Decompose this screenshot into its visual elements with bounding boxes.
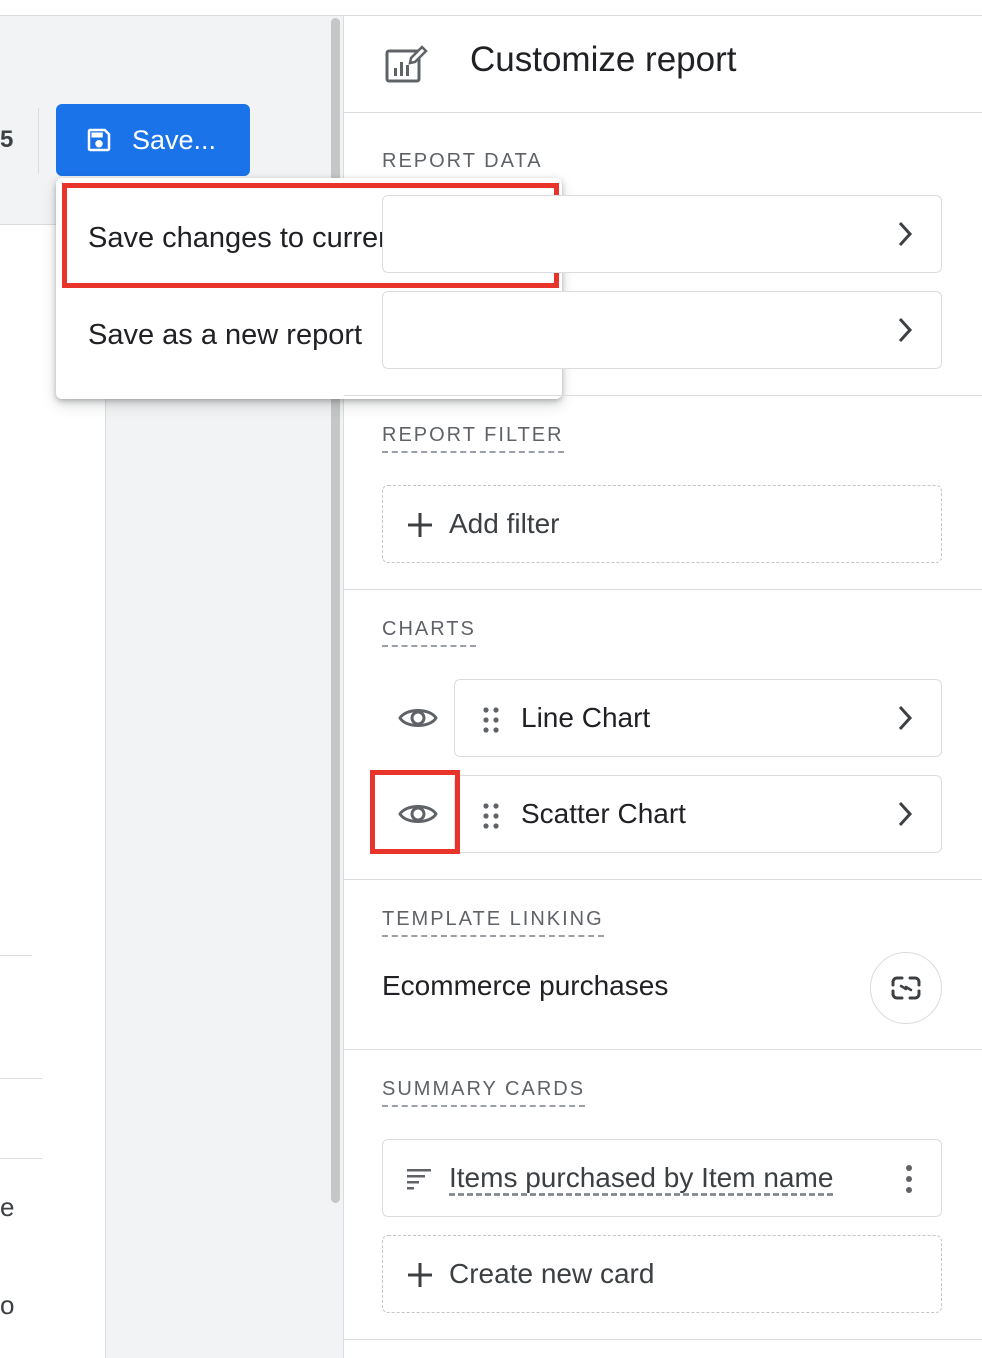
section-divider [344,112,982,113]
chevron-right-icon [898,801,913,827]
edit-chart-icon [384,44,428,89]
chevron-right-icon [898,221,913,247]
plus-icon [408,513,432,537]
section-label-report-filter: REPORT FILTER [382,424,564,453]
floppy-disk-icon [87,128,111,152]
highlight-box [370,770,460,854]
template-name: Ecommerce purchases [382,970,669,1001]
drag-handle-icon[interactable] [481,801,501,831]
add-filter-label: Add filter [449,508,560,539]
left-partial-text: e [0,1192,15,1222]
section-divider [344,879,982,880]
chevron-right-icon [898,705,913,731]
summary-card-label: Items purchased by Item name [449,1162,834,1193]
chevron-right-icon [898,317,913,343]
chart-item-line-chart[interactable]: Line Chart [454,679,942,757]
left-row-divider [0,1158,42,1159]
create-new-card-label: Create new card [449,1258,655,1289]
section-label-charts: CHARTS [382,618,476,647]
add-filter-button[interactable]: Add filter [382,485,942,563]
eye-icon[interactable] [398,703,438,733]
toolbar-partial-text: 5 [0,126,14,153]
create-new-card-button[interactable]: Create new card [382,1235,942,1313]
toolbar-separator [38,108,39,174]
more-vert-icon[interactable] [905,1164,913,1194]
unlink-template-button[interactable] [870,952,942,1024]
report-data-item[interactable] [382,291,942,369]
left-row-divider [0,955,32,956]
chart-item-label: Scatter Chart [521,798,686,829]
save-button-label: Save... [132,124,217,155]
chart-item-label: Line Chart [521,702,651,733]
plus-icon [408,1263,432,1287]
drag-handle-icon[interactable] [481,705,501,735]
summary-card-icon [407,1169,431,1190]
section-divider [344,589,982,590]
left-partial-text: o [0,1290,15,1320]
section-divider [344,1339,982,1340]
menu-item-label: Save as a new report [88,318,363,351]
section-label-summary-cards: SUMMARY CARDS [382,1078,586,1107]
report-data-item[interactable] [382,195,942,273]
left-row-divider [0,1078,42,1079]
unlink-icon [891,976,921,1000]
chart-item-scatter-chart[interactable]: Scatter Chart [454,775,942,853]
summary-card-item[interactable]: Items purchased by Item name [382,1139,942,1217]
save-button[interactable]: Save... [56,104,250,176]
section-label-template-linking: TEMPLATE LINKING [382,908,604,937]
section-divider [344,395,982,396]
panel-title: Customize report [470,40,737,79]
section-divider [344,1049,982,1050]
section-label-report-data: REPORT DATA [382,150,543,172]
